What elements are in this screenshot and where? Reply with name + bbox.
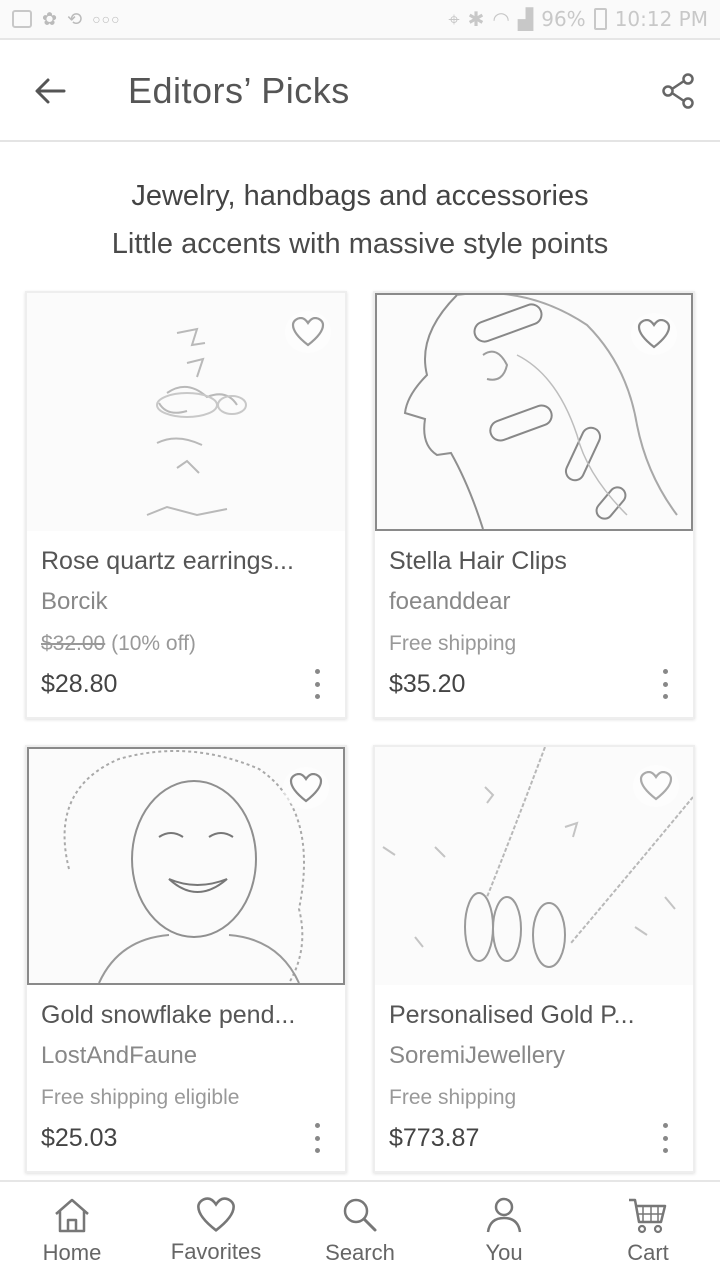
nav-search-label: Search [325,1240,395,1265]
product-name: Gold snowflake pend... [41,1001,296,1029]
favorite-button[interactable] [285,311,331,353]
shop-name: LostAndFaune [41,1042,198,1069]
shipping-label: Free shipping eligible [41,1086,240,1109]
nav-search[interactable]: Search [288,1182,432,1280]
more-options-button[interactable] [307,1123,327,1153]
product-name: Stella Hair Clips [389,547,567,575]
product-card[interactable]: Rose quartz earrings... Borcik $32.00 (1… [25,291,347,719]
product-price: $28.80 [41,670,118,698]
product-image[interactable] [375,293,693,531]
shipping-label: Free shipping [389,1086,517,1109]
clock: 10:12 PM [614,7,708,31]
product-image[interactable] [27,747,345,985]
product-price: $773.87 [389,1124,480,1152]
product-name: Rose quartz earrings... [41,547,294,575]
product-card[interactable]: Stella Hair Clips foeanddear Free shippi… [373,291,695,719]
price-discount: $32.00 (10% off) [41,632,331,656]
status-notifications: ✿ ⟲ ○○○ [12,9,121,30]
product-info: Stella Hair Clips foeanddear Free shippi… [375,531,693,717]
favorite-button[interactable] [631,313,677,355]
product-info: Rose quartz earrings... Borcik $32.00 (1… [27,531,345,717]
pinwheel-notification-icon: ✿ [42,8,58,29]
favorite-button[interactable] [633,765,679,807]
nav-cart[interactable]: Cart [576,1182,720,1280]
product-image[interactable] [375,747,693,985]
original-price: $32.00 [41,632,106,655]
collection-subtitle: Little accents with massive style points [111,228,609,260]
product-image[interactable] [27,293,345,531]
heart-icon [291,317,325,347]
person-icon [486,1197,522,1233]
nav-favorites[interactable]: Favorites [144,1182,288,1280]
wifi-icon: ◠ [492,7,510,31]
back-button[interactable] [0,41,100,141]
status-bar: ✿ ⟲ ○○○ ⌖ ✱ ◠ ▟ 96% 10:12 PM [0,0,720,40]
app-bar: Editors’ Picks [0,42,720,142]
location-icon: ⌖ [448,7,460,31]
sync-notification-icon: ⟲ [67,8,83,29]
collection-title: Jewelry, handbags and accessories [131,180,589,212]
shop-name: Borcik [41,588,108,615]
nav-home[interactable]: Home [0,1182,144,1280]
shop-name: foeanddear [389,588,511,615]
product-info: Personalised Gold P... SoremiJewellery F… [375,985,693,1171]
home-icon [55,1198,89,1233]
share-button[interactable] [636,41,720,141]
bottom-navigation: Home Favorites Search You Cart [0,1180,720,1280]
product-card[interactable]: Gold snowflake pend... LostAndFaune Free… [25,745,347,1173]
page-title: Editors’ Picks [128,70,350,111]
more-options-button[interactable] [307,669,327,699]
more-notifications-icon: ○○○ [92,11,121,27]
more-options-button[interactable] [655,1123,675,1153]
battery-icon [593,8,607,30]
heart-icon [639,771,673,801]
status-system: ⌖ ✱ ◠ ▟ 96% 10:12 PM [448,7,708,31]
search-icon [343,1198,377,1232]
arrow-left-icon [35,78,66,104]
discount-label: (10% off) [111,632,196,655]
bluetooth-icon: ✱ [467,7,485,31]
collection-header: Jewelry, handbags and accessories Little… [0,172,720,268]
favorite-button[interactable] [283,767,329,809]
product-price: $25.03 [41,1124,118,1152]
shipping-label: Free shipping [389,632,517,655]
nav-you-label: You [485,1240,523,1265]
shop-name: SoremiJewellery [389,1042,566,1069]
more-options-button[interactable] [655,669,675,699]
share-icon [662,73,694,109]
product-price: $35.20 [389,670,466,698]
nav-favorites-label: Favorites [170,1239,262,1264]
heart-icon [197,1197,235,1232]
product-name: Personalised Gold P... [389,1001,635,1029]
product-info: Gold snowflake pend... LostAndFaune Free… [27,985,345,1171]
product-card[interactable]: Personalised Gold P... SoremiJewellery F… [373,745,695,1173]
heart-icon [637,319,671,349]
nav-you[interactable]: You [432,1182,576,1280]
nav-cart-label: Cart [627,1240,669,1265]
nav-home-label: Home [42,1240,102,1265]
signal-icon: ▟ [517,7,534,31]
heart-icon [289,773,323,803]
battery-percent: 96% [541,7,586,31]
cart-icon [629,1198,667,1234]
gallery-notification-icon [12,10,32,28]
